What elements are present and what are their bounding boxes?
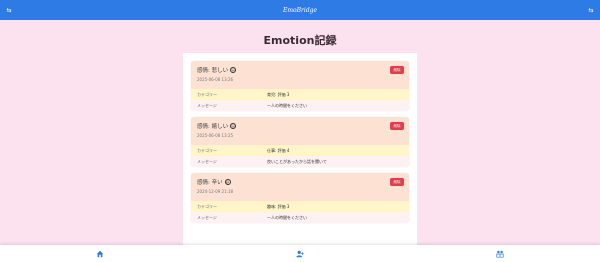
records-panel: 感情: 悲しい ☹ 2025-06-08 13:26 削除 カテゴリー 育児: … — [183, 53, 417, 248]
category-label: カテゴリー — [197, 91, 217, 97]
record-timestamp: 2025-06-08 13:26 — [197, 77, 234, 82]
emotion-card: 感情: 悲しい ☹ 2025-06-08 13:26 削除 カテゴリー 育児: … — [191, 61, 409, 111]
message-value: 良いことがあったから話を聞いて — [267, 158, 327, 164]
category-value: 育児: 評価 3 — [267, 91, 290, 97]
message-value: 一人の時間をください — [267, 214, 307, 220]
bottom-nav — [0, 245, 600, 262]
message-label: メッセージ — [197, 102, 217, 108]
pained-face-icon: ☹ — [224, 179, 231, 185]
card-header: 感情: 辛い ☹ 2024-12-09 21:18 削除 — [191, 173, 409, 201]
emotion-card: 感情: 辛い ☹ 2024-12-09 21:18 削除 カテゴリー 趣味: 評… — [191, 173, 409, 223]
happy-face-icon: ☺ — [230, 123, 237, 129]
page-title: Emotion記録 — [263, 34, 337, 47]
emotion-title: 感情: 悲しい ☹ — [197, 66, 403, 74]
brand-logo: EmoBridge — [282, 6, 318, 14]
message-label: メッセージ — [197, 214, 217, 220]
sad-face-icon: ☹ — [230, 67, 237, 73]
emotion-label: 感情: 悲しい — [197, 68, 229, 74]
message-row: メッセージ 良いことがあったから話を聞いて — [191, 156, 409, 167]
category-row: カテゴリー 趣味: 評価 3 — [191, 201, 409, 212]
emotion-label: 感情: 辛い — [197, 180, 223, 186]
category-value: 趣味: 評価 3 — [267, 203, 290, 209]
delete-button[interactable]: 削除 — [390, 66, 404, 74]
record-timestamp: 2025-06-08 13:25 — [197, 133, 234, 138]
message-value: 一人の時間をください — [267, 102, 307, 108]
emotion-title: 感情: 嬉しい ☺ — [197, 122, 403, 130]
category-label: カテゴリー — [197, 147, 217, 153]
message-label: メッセージ — [197, 158, 217, 164]
category-row: カテゴリー 育児: 評価 3 — [191, 89, 409, 100]
delete-button[interactable]: 削除 — [390, 122, 404, 130]
couple-icon[interactable] — [493, 247, 507, 261]
user-icon[interactable] — [293, 247, 307, 261]
category-row: カテゴリー 仕事: 評価 4 — [191, 145, 409, 156]
settings-icon[interactable]: ⇆ — [586, 5, 596, 15]
emotion-card: 感情: 嬉しい ☺ 2025-06-08 13:25 削除 カテゴリー 仕事: … — [191, 117, 409, 167]
menu-icon[interactable]: ⇆ — [4, 5, 14, 15]
top-bar: ⇆ EmoBridge ⇆ — [0, 0, 600, 20]
category-label: カテゴリー — [197, 203, 217, 209]
home-icon[interactable] — [93, 247, 107, 261]
message-row: メッセージ 一人の時間をください — [191, 100, 409, 111]
emotion-title: 感情: 辛い ☹ — [197, 178, 403, 186]
emotion-label: 感情: 嬉しい — [197, 124, 229, 130]
record-timestamp: 2024-12-09 21:18 — [197, 189, 234, 194]
category-value: 仕事: 評価 4 — [267, 147, 290, 153]
card-header: 感情: 嬉しい ☺ 2025-06-08 13:25 削除 — [191, 117, 409, 145]
delete-button[interactable]: 削除 — [390, 178, 404, 186]
card-header: 感情: 悲しい ☹ 2025-06-08 13:26 削除 — [191, 61, 409, 89]
message-row: メッセージ 一人の時間をください — [191, 212, 409, 223]
